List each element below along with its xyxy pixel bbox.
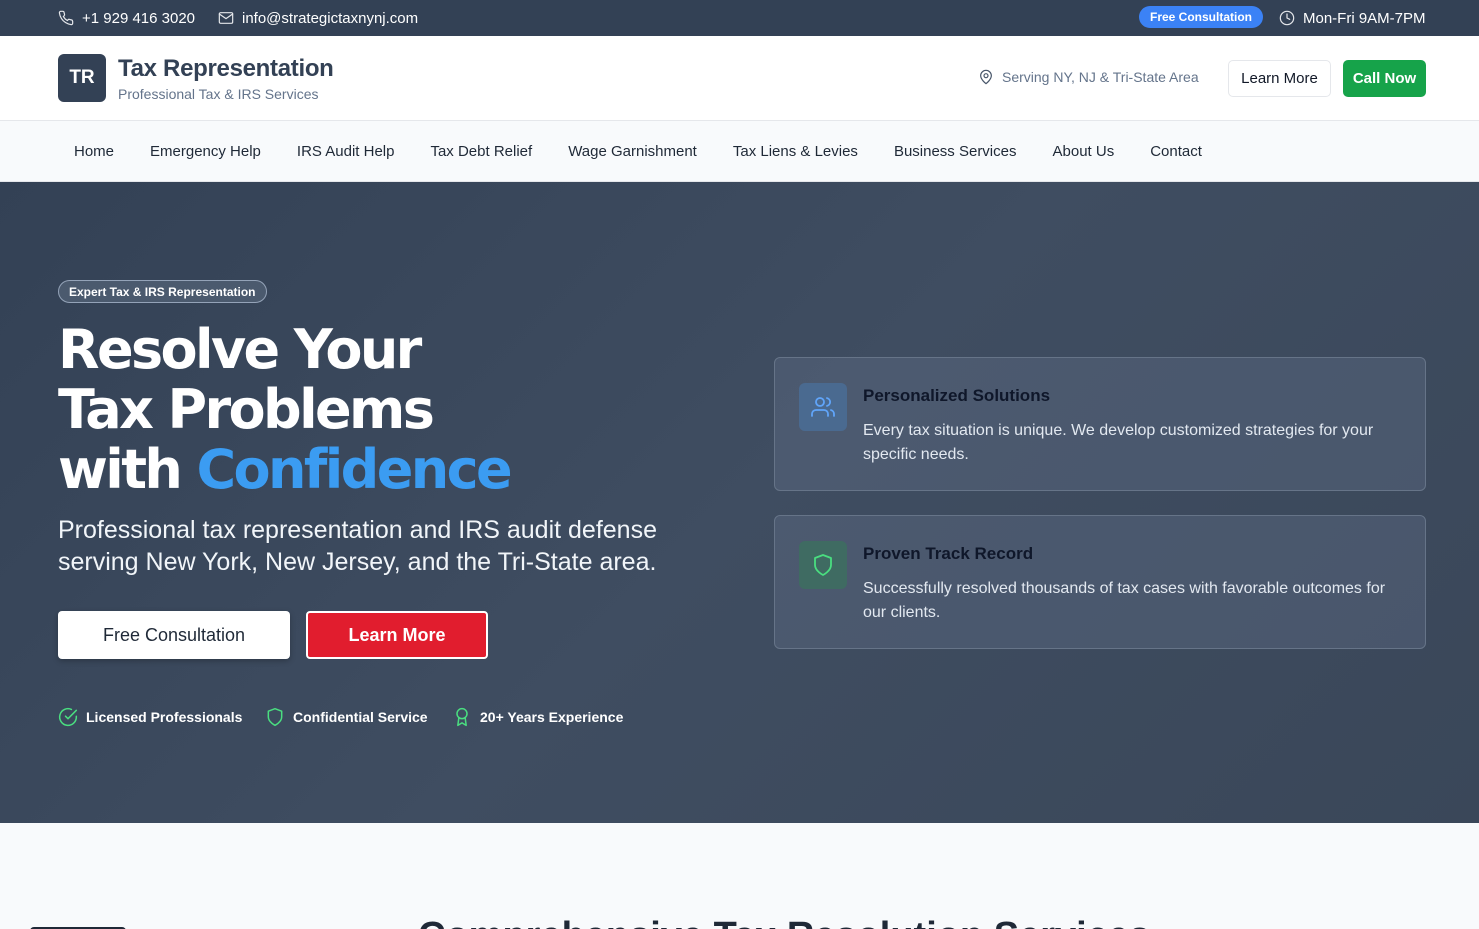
email-address: info@strategictaxnynj.com — [242, 9, 419, 27]
free-consultation-button[interactable]: Free Consultation — [58, 611, 290, 659]
learn-more-button[interactable]: Learn More — [306, 611, 488, 659]
trust-label: 20+ Years Experience — [480, 709, 624, 725]
hero-section: Expert Tax & IRS Representation Resolve … — [0, 182, 1479, 823]
phone-number: +1 929 416 3020 — [82, 9, 196, 27]
nav-item-about-us[interactable]: About Us — [1037, 121, 1131, 182]
trust-label: Confidential Service — [293, 709, 428, 725]
mail-icon — [218, 12, 234, 24]
trust-item-confidential: Confidential Service — [265, 707, 428, 727]
nav-item-contact[interactable]: Contact — [1134, 121, 1218, 182]
service-area-text: Serving NY, NJ & Tri-State Area — [1002, 69, 1199, 85]
business-hours: Mon-Fri 9AM-7PM — [1279, 0, 1426, 36]
card-title: Proven Track Record — [863, 544, 1034, 563]
nav-item-tax-debt-relief[interactable]: Tax Debt Relief — [414, 121, 548, 182]
logo[interactable]: TR — [58, 54, 106, 102]
trust-item-experience: 20+ Years Experience — [452, 707, 623, 727]
email-link[interactable]: info@strategictaxnynj.com — [218, 0, 418, 36]
users-icon — [811, 397, 835, 417]
site-header: TR Tax Representation Professional Tax &… — [0, 36, 1479, 121]
service-area: Serving NY, NJ & Tri-State Area — [978, 69, 1199, 85]
hero-heading-line2: Tax Problems — [58, 378, 435, 441]
nav-item-home[interactable]: Home — [58, 121, 130, 182]
shield-icon — [267, 707, 283, 727]
card-title: Personalized Solutions — [863, 386, 1051, 405]
hero-heading-with: with — [58, 438, 197, 501]
hero-heading: Resolve Your Tax Problems with Confidenc… — [58, 320, 718, 500]
phone-link[interactable]: +1 929 416 3020 — [58, 0, 195, 36]
nav-item-wage-garnishment[interactable]: Wage Garnishment — [552, 121, 713, 182]
main-nav: Home Emergency Help IRS Audit Help Tax D… — [0, 121, 1479, 182]
header-learn-more-button[interactable]: Learn More — [1228, 60, 1331, 97]
hero-lead: Professional tax representation and IRS … — [58, 516, 657, 576]
free-consultation-pill[interactable]: Free Consultation — [1139, 6, 1264, 28]
phone-icon — [58, 10, 74, 26]
award-icon — [456, 707, 468, 727]
clock-icon — [1279, 10, 1295, 26]
card-description: Every tax situation is unique. We develo… — [863, 422, 1374, 463]
hero-heading-line3: with Confidence — [58, 440, 718, 500]
hero-badge: Expert Tax & IRS Representation — [58, 280, 267, 303]
section-title: Comprehensive Tax Resolution Services — [418, 915, 1150, 929]
feature-card-track-record: Proven Track Record Successfully resolve… — [774, 515, 1426, 649]
check-circle-icon — [58, 708, 78, 727]
shield-icon — [814, 554, 832, 576]
map-pin-icon — [980, 69, 992, 85]
nav-item-tax-liens-levies[interactable]: Tax Liens & Levies — [717, 121, 874, 182]
nav-item-business-services[interactable]: Business Services — [878, 121, 1033, 182]
services-section: Comprehensive Tax Resolution Services — [0, 823, 1479, 929]
card-description: Successfully resolved thousands of tax c… — [863, 580, 1386, 621]
call-now-button[interactable]: Call Now — [1343, 60, 1426, 97]
feature-card-personalized: Personalized Solutions Every tax situati… — [774, 357, 1426, 491]
hero-heading-line1: Resolve Your — [58, 318, 422, 381]
nav-item-irs-audit-help[interactable]: IRS Audit Help — [281, 121, 411, 182]
hours-text: Mon-Fri 9AM-7PM — [1303, 9, 1426, 27]
hero-heading-accent: Confidence — [196, 438, 512, 501]
trust-label: Licensed Professionals — [86, 709, 243, 725]
top-bar: +1 929 416 3020 info@strategictaxnynj.co… — [0, 0, 1479, 36]
brand-subtitle: Professional Tax & IRS Services — [118, 86, 319, 102]
nav-item-emergency-help[interactable]: Emergency Help — [134, 121, 277, 182]
trust-item-licensed: Licensed Professionals — [58, 707, 242, 727]
brand-title[interactable]: Tax Representation — [118, 55, 334, 83]
